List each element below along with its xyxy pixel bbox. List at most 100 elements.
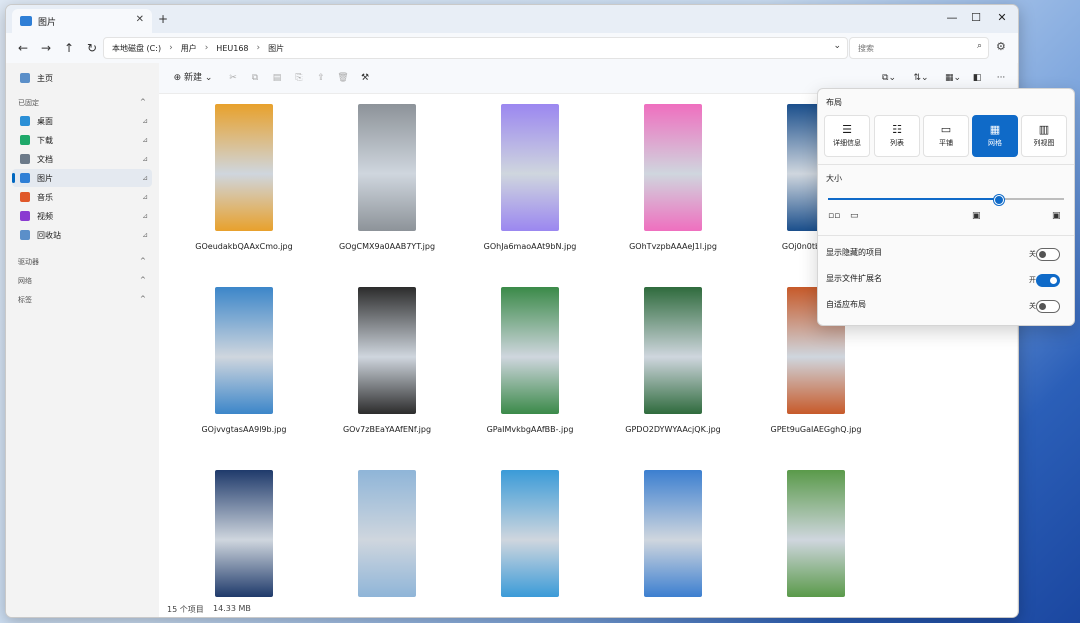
option-adaptive-layout[interactable]: 自适应布局 关 — [826, 299, 1066, 315]
image-thumbnail — [358, 287, 416, 414]
file-tile[interactable] — [313, 460, 453, 610]
pinned-header[interactable]: 已固定 ^ — [18, 98, 146, 108]
chevron-up-icon[interactable]: ^ — [140, 295, 146, 303]
new-tab-button[interactable]: + — [158, 12, 168, 26]
sidebar-item-home[interactable]: 主页 — [12, 69, 152, 87]
search-input[interactable] — [856, 38, 970, 58]
chevron-up-icon[interactable]: ^ — [140, 257, 146, 265]
file-tile[interactable] — [599, 460, 739, 610]
large-icons-icon[interactable]: ▣ — [972, 211, 981, 221]
network-header[interactable]: 网络 ^ — [18, 276, 146, 286]
option-file-extensions[interactable]: 显示文件扩展名 开 — [826, 273, 1066, 289]
file-tile[interactable]: GPaIMvkbgAAfBB-.jpg — [456, 277, 596, 434]
sidebar-item-recycle-bin[interactable]: 回收站 ⊿ — [12, 226, 152, 244]
extra-large-icons-icon[interactable]: ▣ — [1052, 211, 1061, 221]
chevron-right-icon: › — [204, 43, 209, 53]
crumb-pictures[interactable]: 图片 — [268, 43, 284, 54]
size-slider[interactable] — [828, 195, 1064, 205]
adaptive-layout-toggle[interactable] — [1036, 300, 1060, 313]
drives-header[interactable]: 驱动器 ^ — [18, 257, 146, 267]
sidebar: 主页 已固定 ^ 桌面 ⊿ 下载 ⊿ 文档 ⊿ 图片 ⊿ 音乐 ⊿ 视频 ⊿ 回… — [6, 63, 156, 617]
file-tile[interactable]: GOeudakbQAAxCmo.jpg — [170, 94, 310, 251]
tags-header[interactable]: 标签 ^ — [18, 295, 146, 305]
chevron-down-icon[interactable]: ⌄ — [833, 41, 841, 51]
list-icon: ☷ — [892, 123, 902, 136]
settings-icon[interactable]: ⚙ — [996, 40, 1006, 53]
slider-thumb[interactable] — [993, 195, 1004, 205]
pin-icon[interactable]: ⊿ — [142, 136, 148, 144]
maximize-button[interactable]: ☐ — [964, 8, 988, 28]
search-box[interactable]: ⌕ — [849, 37, 989, 59]
breadcrumb[interactable]: 本地磁盘 (C:) › 用户 › HEU168 › 图片 ⌄ — [103, 37, 848, 59]
preview-pane-icon[interactable]: ◧ — [969, 70, 985, 86]
layout-label: 详细信息 — [833, 139, 861, 147]
recycle-bin-icon — [20, 230, 30, 240]
layout-details-button[interactable]: ☰ 详细信息 — [824, 115, 870, 157]
layout-tiles-button[interactable]: ▭ 平铺 — [923, 115, 969, 157]
up-button[interactable]: ↑ — [60, 39, 78, 57]
forward-button[interactable]: → — [37, 39, 55, 57]
search-icon[interactable]: ⌕ — [977, 41, 982, 51]
refresh-button[interactable]: ↻ — [83, 39, 101, 57]
pin-icon[interactable]: ⊿ — [142, 212, 148, 220]
file-tile[interactable]: GOv7zBEaYAAfENf.jpg — [313, 277, 453, 434]
file-tile[interactable] — [170, 460, 310, 610]
pin-icon[interactable]: ⊿ — [142, 155, 148, 163]
crumb-drive[interactable]: 本地磁盘 (C:) — [112, 43, 161, 54]
hidden-items-toggle[interactable] — [1036, 248, 1060, 261]
minimize-button[interactable]: — — [940, 8, 964, 28]
crumb-user[interactable]: HEU168 — [216, 44, 248, 53]
option-hidden-items[interactable]: 显示隐藏的项目 关 — [826, 247, 1066, 263]
tab-label: 图片 — [38, 17, 57, 28]
tab-close-icon[interactable]: ✕ — [136, 14, 144, 25]
details-icon: ☰ — [842, 123, 852, 136]
copy-icon[interactable]: ⧉ — [247, 70, 263, 86]
file-tile[interactable]: GOhTvzpbAAAeJ1l.jpg — [599, 94, 739, 251]
sidebar-item-desktop[interactable]: 桌面 ⊿ — [12, 112, 152, 130]
crumb-users[interactable]: 用户 — [181, 43, 197, 54]
chevron-up-icon[interactable]: ^ — [140, 276, 146, 284]
pin-icon[interactable]: ⊿ — [142, 174, 148, 182]
file-extensions-toggle[interactable] — [1036, 274, 1060, 287]
medium-icons-icon[interactable]: ▭ — [850, 211, 859, 221]
paste-icon[interactable]: ▤ — [269, 70, 285, 86]
pin-icon[interactable]: ⊿ — [142, 193, 148, 201]
layout-columns-button[interactable]: ▥ 列视图 — [1021, 115, 1067, 157]
group-button[interactable]: ⇅⌄ — [907, 70, 935, 86]
back-button[interactable]: ← — [14, 39, 32, 57]
file-tile[interactable]: GOgCMX9a0AAB7YT.jpg — [313, 94, 453, 251]
properties-icon[interactable]: ⚒ — [357, 70, 373, 86]
item-count: 15 个项目 — [167, 605, 204, 614]
layout-list-button[interactable]: ☷ 列表 — [874, 115, 920, 157]
chevron-up-icon[interactable]: ^ — [140, 98, 146, 106]
sidebar-item-downloads[interactable]: 下载 ⊿ — [12, 131, 152, 149]
pin-icon[interactable]: ⊿ — [142, 231, 148, 239]
close-button[interactable]: ✕ — [990, 8, 1014, 28]
new-button[interactable]: ⊕ 新建 ⌄ — [169, 70, 217, 86]
file-name: GOjvvgtasAA9l9b.jpg — [201, 425, 287, 434]
sidebar-item-documents[interactable]: 文档 ⊿ — [12, 150, 152, 168]
delete-icon[interactable]: 🗑 — [335, 70, 351, 86]
share-icon[interactable]: ⇪ — [313, 70, 329, 86]
sort-button[interactable]: ⧉⌄ — [875, 70, 903, 86]
layout-grid-button[interactable]: ▦ 网格 — [972, 115, 1018, 157]
file-tile[interactable] — [456, 460, 596, 610]
sidebar-item-pictures[interactable]: 图片 ⊿ — [12, 169, 152, 187]
file-tile[interactable]: GPDO2DYWYAAcjQK.jpg — [599, 277, 739, 434]
rename-icon[interactable]: ⎘ — [291, 70, 307, 86]
more-options-button[interactable]: ··· — [993, 70, 1009, 86]
file-tile[interactable]: GOjvvgtasAA9l9b.jpg — [170, 277, 310, 434]
file-tile[interactable]: GOhJa6maoAAt9bN.jpg — [456, 94, 596, 251]
small-icons-icon[interactable]: ▫▫ — [828, 211, 840, 221]
cut-icon[interactable]: ✂ — [225, 70, 241, 86]
tab-pictures[interactable]: 图片 ✕ — [12, 9, 152, 33]
sidebar-item-videos[interactable]: 视频 ⊿ — [12, 207, 152, 225]
option-label: 显示隐藏的项目 — [826, 248, 882, 257]
pin-icon[interactable]: ⊿ — [142, 117, 148, 125]
pictures-icon — [20, 16, 32, 26]
view-button[interactable]: ▦⌄ — [939, 70, 967, 86]
sidebar-item-music[interactable]: 音乐 ⊿ — [12, 188, 152, 206]
file-name: GOeudakbQAAxCmo.jpg — [195, 242, 293, 251]
file-tile[interactable] — [742, 460, 882, 610]
address-bar: ← → ↑ ↻ 本地磁盘 (C:) › 用户 › HEU168 › 图片 ⌄ ⌕… — [6, 33, 1018, 63]
